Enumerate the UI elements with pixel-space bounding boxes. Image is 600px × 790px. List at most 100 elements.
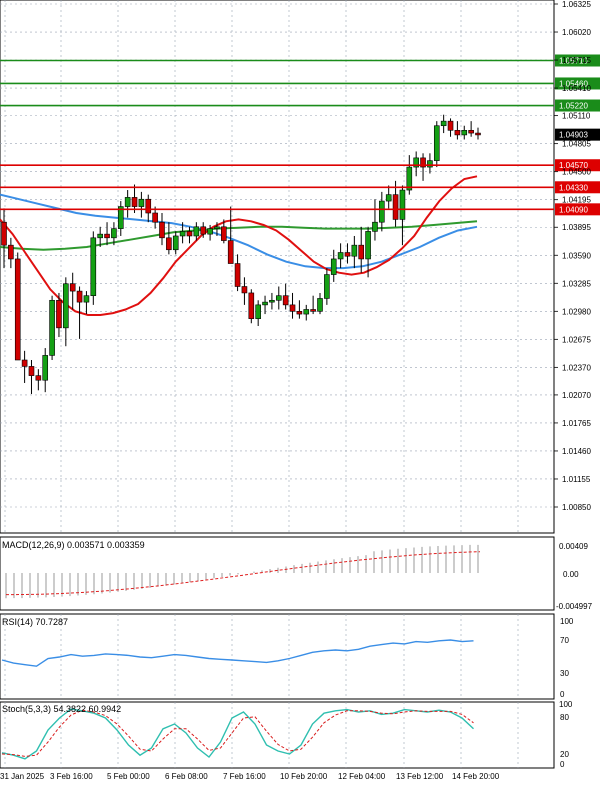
candle-bull — [275, 295, 282, 301]
level-tag-label: 1.04090 — [559, 205, 588, 214]
candle-bull — [138, 198, 145, 207]
candle-bull — [207, 228, 213, 235]
macd-label: MACD(12,26,9) 0.003571 0.003359 — [2, 540, 145, 550]
candle-bull — [427, 160, 433, 168]
candle-bear — [310, 309, 316, 312]
price-tick-label: 1.02370 — [562, 363, 591, 372]
candle-bear — [447, 120, 454, 131]
candle-bear — [166, 237, 172, 251]
macd-tick-top: 0.00409 — [559, 542, 588, 551]
price-tick-label: 1.03285 — [562, 279, 591, 288]
candle-bull — [172, 235, 179, 251]
candle-bear — [35, 375, 42, 381]
chart-root: 1.05710 1.05460 1.05220 1.04570 1.04330 1.040… — [0, 0, 600, 785]
time-tick-label: 10 Feb 20:00 — [280, 772, 328, 781]
time-tick-label: 12 Feb 04:00 — [338, 772, 386, 781]
candle-bear — [248, 292, 255, 319]
candle-bull — [379, 200, 385, 223]
price-tick-label: 1.01765 — [562, 419, 591, 428]
macd-tick-bottom: -0.004997 — [556, 602, 593, 611]
level-tag-label: 1.04330 — [559, 183, 588, 192]
candle-bull — [385, 194, 392, 202]
candle-bear — [454, 130, 461, 136]
candle-bull — [49, 299, 55, 356]
candle-bull — [90, 237, 97, 296]
price-tick-label: 1.04195 — [562, 196, 591, 205]
candle-bear — [69, 283, 76, 292]
macd-tick-zero: 0.00 — [563, 570, 579, 579]
candle-bear — [200, 226, 207, 235]
candle-bull — [42, 355, 49, 381]
candle-bear — [21, 359, 28, 367]
candle-bull — [365, 231, 371, 260]
candle-bear — [392, 194, 399, 220]
candle-bull — [83, 295, 90, 303]
time-tick-label: 7 Feb 16:00 — [223, 772, 266, 781]
candle-bear — [159, 221, 165, 239]
price-tick-label: 1.00850 — [562, 503, 591, 512]
candle-bear — [186, 231, 193, 237]
time-tick-label: 13 Feb 12:00 — [396, 772, 444, 781]
price-tick-label: 1.05410 — [562, 84, 591, 93]
candle-bear — [475, 132, 481, 136]
price-tick-label: 1.04500 — [562, 168, 591, 177]
stoch-tick-0: 0 — [560, 760, 565, 769]
candle-bear — [145, 198, 152, 214]
candle-bear — [358, 244, 365, 260]
candle-bull — [317, 298, 323, 312]
time-tick-label: 6 Feb 08:00 — [165, 772, 208, 781]
chart-canvas: 1.057101.054601.052201.045701.043301.040… — [0, 0, 600, 785]
candle-bull — [262, 301, 268, 306]
candle-bear — [234, 263, 241, 287]
candle-bull — [303, 309, 310, 315]
candle-bear — [468, 130, 474, 134]
time-tick-label: 5 Feb 00:00 — [107, 772, 150, 781]
candle-bull — [111, 228, 117, 239]
stoch-label: Stoch(5,3,3) 54.3822 60.9942 — [2, 704, 121, 714]
time-axis: 31 Jan 2025 3 Feb 16:00 5 Feb 00:00 6 Feb 0… — [0, 772, 500, 781]
candle-bull — [124, 197, 131, 207]
price-tick-label: 1.01155 — [562, 475, 591, 484]
candle-bear — [296, 311, 303, 315]
candle-bull — [269, 299, 275, 303]
candle-bull — [324, 274, 330, 299]
price-tick-label: 1.02070 — [562, 391, 591, 400]
candle-bull — [399, 189, 406, 220]
candle-bear — [8, 244, 14, 260]
candle-bull — [193, 226, 200, 237]
stoch-tick-80: 80 — [560, 713, 569, 722]
candle-bear — [56, 299, 62, 329]
candle-bull — [461, 130, 468, 136]
price-tick-label: 1.05110 — [562, 112, 591, 121]
candle-bull — [351, 244, 358, 257]
candle-bear — [104, 233, 110, 239]
price-tick-label: 1.06325 — [562, 0, 591, 9]
candle-bear — [14, 258, 21, 361]
candle-bear — [227, 240, 234, 264]
candle-bear — [28, 366, 35, 376]
price-tick-label: 1.04805 — [562, 140, 591, 149]
candle-bull — [63, 283, 69, 329]
rsi-tick-0: 0 — [560, 690, 565, 699]
candle-bear — [282, 295, 289, 306]
rsi-tick-100: 100 — [560, 617, 574, 626]
candle-bear — [152, 212, 158, 223]
candle-bull — [179, 231, 186, 237]
candle-bull — [330, 258, 337, 275]
candle-bear — [241, 286, 248, 294]
price-tick-label: 1.01460 — [562, 447, 591, 456]
time-tick-label: 14 Feb 20:00 — [452, 772, 500, 781]
price-tick-label: 1.03895 — [562, 223, 591, 232]
candle-bull — [97, 233, 103, 239]
rsi-tick-30: 30 — [560, 669, 569, 678]
candle-bull — [440, 120, 447, 127]
candle-bear — [131, 197, 138, 207]
time-tick-label: 31 Jan 2025 — [0, 772, 45, 781]
price-tick-label: 1.02980 — [562, 307, 591, 316]
candle-bull — [433, 125, 440, 161]
current-price-label: 1.04903 — [559, 131, 588, 140]
price-tick-label: 1.05715 — [562, 56, 591, 65]
time-tick-label: 3 Feb 16:00 — [50, 772, 93, 781]
candle-bull — [214, 226, 220, 229]
stoch-tick-100: 100 — [559, 700, 573, 709]
